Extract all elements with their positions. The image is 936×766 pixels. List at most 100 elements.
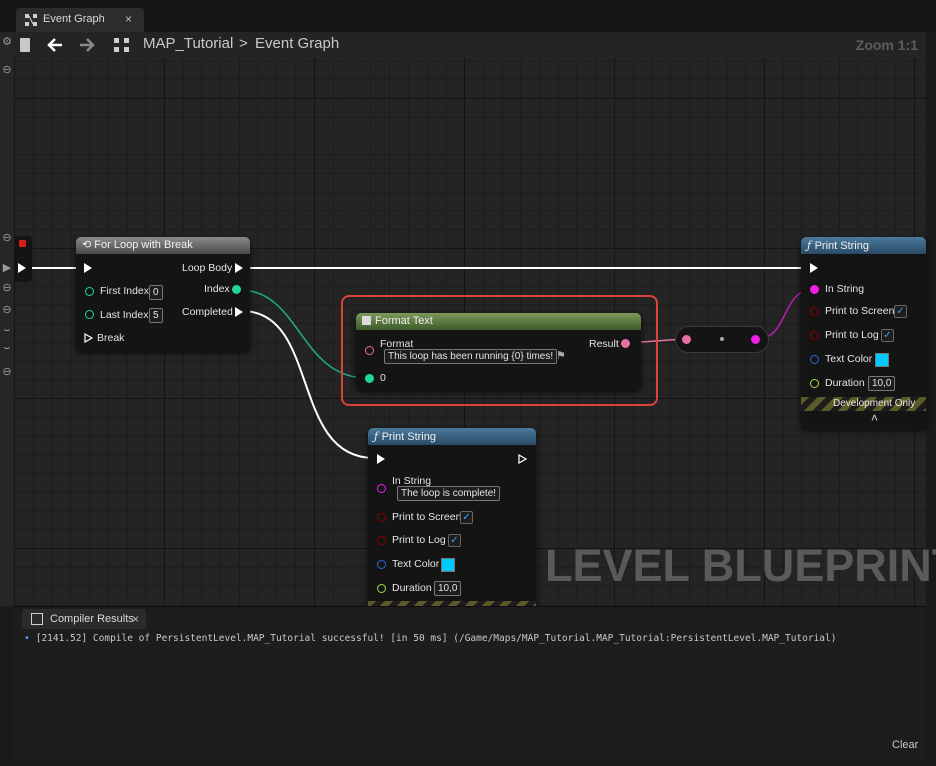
level-blueprint-watermark: LEVEL BLUEPRINT	[545, 540, 936, 591]
print-string-node-bottom[interactable]: ƒ Print String In String The loop is com…	[368, 428, 536, 606]
text-color-pin[interactable]	[810, 355, 819, 364]
compiler-results-panel: Compiler Results × • [2141.52] Compile of…	[14, 606, 926, 761]
print-to-screen-checkbox[interactable]: ✓	[460, 511, 473, 524]
last-index-pin[interactable]	[85, 310, 94, 319]
text-color-label: Text Color	[825, 353, 873, 365]
convert-input-pin[interactable]	[682, 335, 691, 344]
exec-play-icon[interactable]: ▶	[1, 262, 13, 274]
event-graph-icon	[25, 14, 37, 26]
node-header: ƒ Print String	[801, 237, 926, 254]
exec-output-pin[interactable]	[18, 263, 26, 273]
loop-icon: ⟲	[82, 239, 95, 251]
loop-body-label: Loop Body	[182, 262, 233, 274]
last-index-field[interactable]: 5	[149, 308, 163, 323]
node-header: ⟲ For Loop with Break	[76, 237, 250, 254]
print-to-log-checkbox[interactable]: ✓	[448, 534, 461, 547]
conversion-dot-icon	[720, 337, 724, 341]
tab-label: Compiler Results	[50, 613, 134, 625]
exec-input-pin[interactable]	[810, 263, 818, 273]
node-header: ƒ Print String	[368, 428, 536, 445]
index-label: Index	[204, 283, 230, 295]
print-to-log-pin[interactable]	[810, 331, 819, 340]
pin-connector-icon[interactable]: ⊖	[1, 282, 13, 294]
convert-output-pin[interactable]	[751, 335, 760, 344]
tab-compiler-results[interactable]: Compiler Results ×	[22, 609, 146, 629]
pin-connector-icon[interactable]: ⊖	[1, 64, 13, 76]
in-string-field[interactable]: The loop is complete!	[397, 486, 501, 501]
event-node-partial[interactable]	[14, 236, 32, 282]
print-to-screen-checkbox[interactable]: ✓	[894, 305, 907, 318]
text-color-pin[interactable]	[377, 560, 386, 569]
wire-bracket-icon: ⌣	[3, 342, 11, 354]
text-to-string-node[interactable]	[675, 326, 769, 353]
node-title: For Loop with Break	[94, 239, 193, 251]
breadcrumb-graph[interactable]: Event Graph	[255, 35, 339, 52]
function-icon: ƒ	[807, 239, 815, 252]
print-to-screen-label: Print to Screen	[392, 511, 462, 523]
duration-pin[interactable]	[377, 584, 386, 593]
tab-strip: Event Graph ×	[0, 0, 936, 32]
for-loop-with-break-node[interactable]: ⟲ For Loop with Break Loop Body First In…	[76, 237, 250, 351]
last-index-label: Last Index	[100, 309, 149, 321]
print-to-screen-pin[interactable]	[810, 307, 819, 316]
function-icon: ƒ	[374, 430, 382, 443]
first-index-field[interactable]: 0	[149, 285, 163, 300]
pin-connector-icon[interactable]: ⊖	[1, 232, 13, 244]
log-bullet: •	[24, 633, 30, 644]
print-string-node-right[interactable]: ƒ Print String In String Print to Screen…	[801, 237, 926, 429]
close-icon[interactable]: ×	[132, 612, 139, 626]
exec-input-pin[interactable]	[377, 454, 385, 464]
text-color-swatch[interactable]	[441, 558, 455, 572]
zoom-label: Zoom 1:1	[855, 37, 918, 53]
bookmark-icon[interactable]	[20, 38, 30, 52]
node-title: Print String	[814, 240, 869, 252]
tab-event-graph[interactable]: Event Graph ×	[16, 8, 144, 32]
document-icon	[31, 613, 43, 625]
close-icon[interactable]: ×	[125, 12, 132, 26]
print-to-log-checkbox[interactable]: ✓	[881, 329, 894, 342]
graph-icon	[114, 38, 129, 52]
breadcrumb-map[interactable]: MAP_Tutorial	[143, 35, 233, 52]
node-title: Print String	[381, 431, 436, 443]
in-string-label: In String	[825, 283, 865, 295]
wire-bracket-icon: ⌣	[3, 324, 11, 336]
print-to-screen-pin[interactable]	[377, 513, 386, 522]
duration-field[interactable]: 10,0	[868, 376, 896, 391]
event-red-icon	[19, 240, 26, 247]
print-to-screen-label: Print to Screen	[825, 305, 895, 317]
print-to-log-label: Print to Log	[392, 534, 446, 546]
pin-connector-icon[interactable]: ⊖	[1, 366, 13, 378]
exec-output-pin[interactable]	[518, 454, 528, 464]
dev-only-label: Development Only	[833, 398, 916, 409]
duration-field[interactable]: 10,0	[434, 581, 462, 596]
break-label: Break	[97, 332, 125, 344]
duration-label: Duration	[392, 582, 432, 594]
text-color-swatch[interactable]	[875, 353, 889, 367]
print-to-log-pin[interactable]	[377, 536, 386, 545]
development-only-banner: Development Only	[801, 397, 926, 411]
duration-label: Duration	[825, 377, 865, 389]
back-arrow-icon[interactable]	[46, 37, 64, 53]
index-output-pin[interactable]	[232, 285, 241, 294]
completed-label: Completed	[182, 306, 233, 318]
breadcrumb: MAP_Tutorial > Event Graph Zoom 1:1	[14, 32, 926, 58]
first-index-pin[interactable]	[85, 287, 94, 296]
completed-pin[interactable]	[235, 307, 243, 317]
break-pin[interactable]	[84, 333, 94, 343]
duration-pin[interactable]	[810, 379, 819, 388]
log-entry[interactable]: • [2141.52] Compile of PersistentLevel.MA…	[24, 633, 836, 644]
print-to-log-label: Print to Log	[825, 329, 879, 341]
in-string-pin[interactable]	[810, 285, 819, 294]
clear-button[interactable]: Clear	[892, 739, 918, 751]
log-message: [2141.52] Compile of PersistentLevel.MAP…	[35, 633, 837, 644]
tab-label: Event Graph	[43, 13, 105, 25]
exec-input-pin[interactable]	[84, 263, 92, 273]
in-string-pin[interactable]	[377, 484, 386, 493]
pin-connector-icon[interactable]: ⊖	[1, 304, 13, 316]
text-color-label: Text Color	[392, 558, 440, 570]
gear-icon[interactable]: ⚙	[1, 36, 13, 48]
loop-body-pin[interactable]	[235, 263, 243, 273]
forward-arrow-icon[interactable]	[78, 37, 96, 53]
expand-chevron-icon[interactable]: ˄	[871, 411, 878, 425]
breadcrumb-separator: >	[239, 35, 248, 52]
